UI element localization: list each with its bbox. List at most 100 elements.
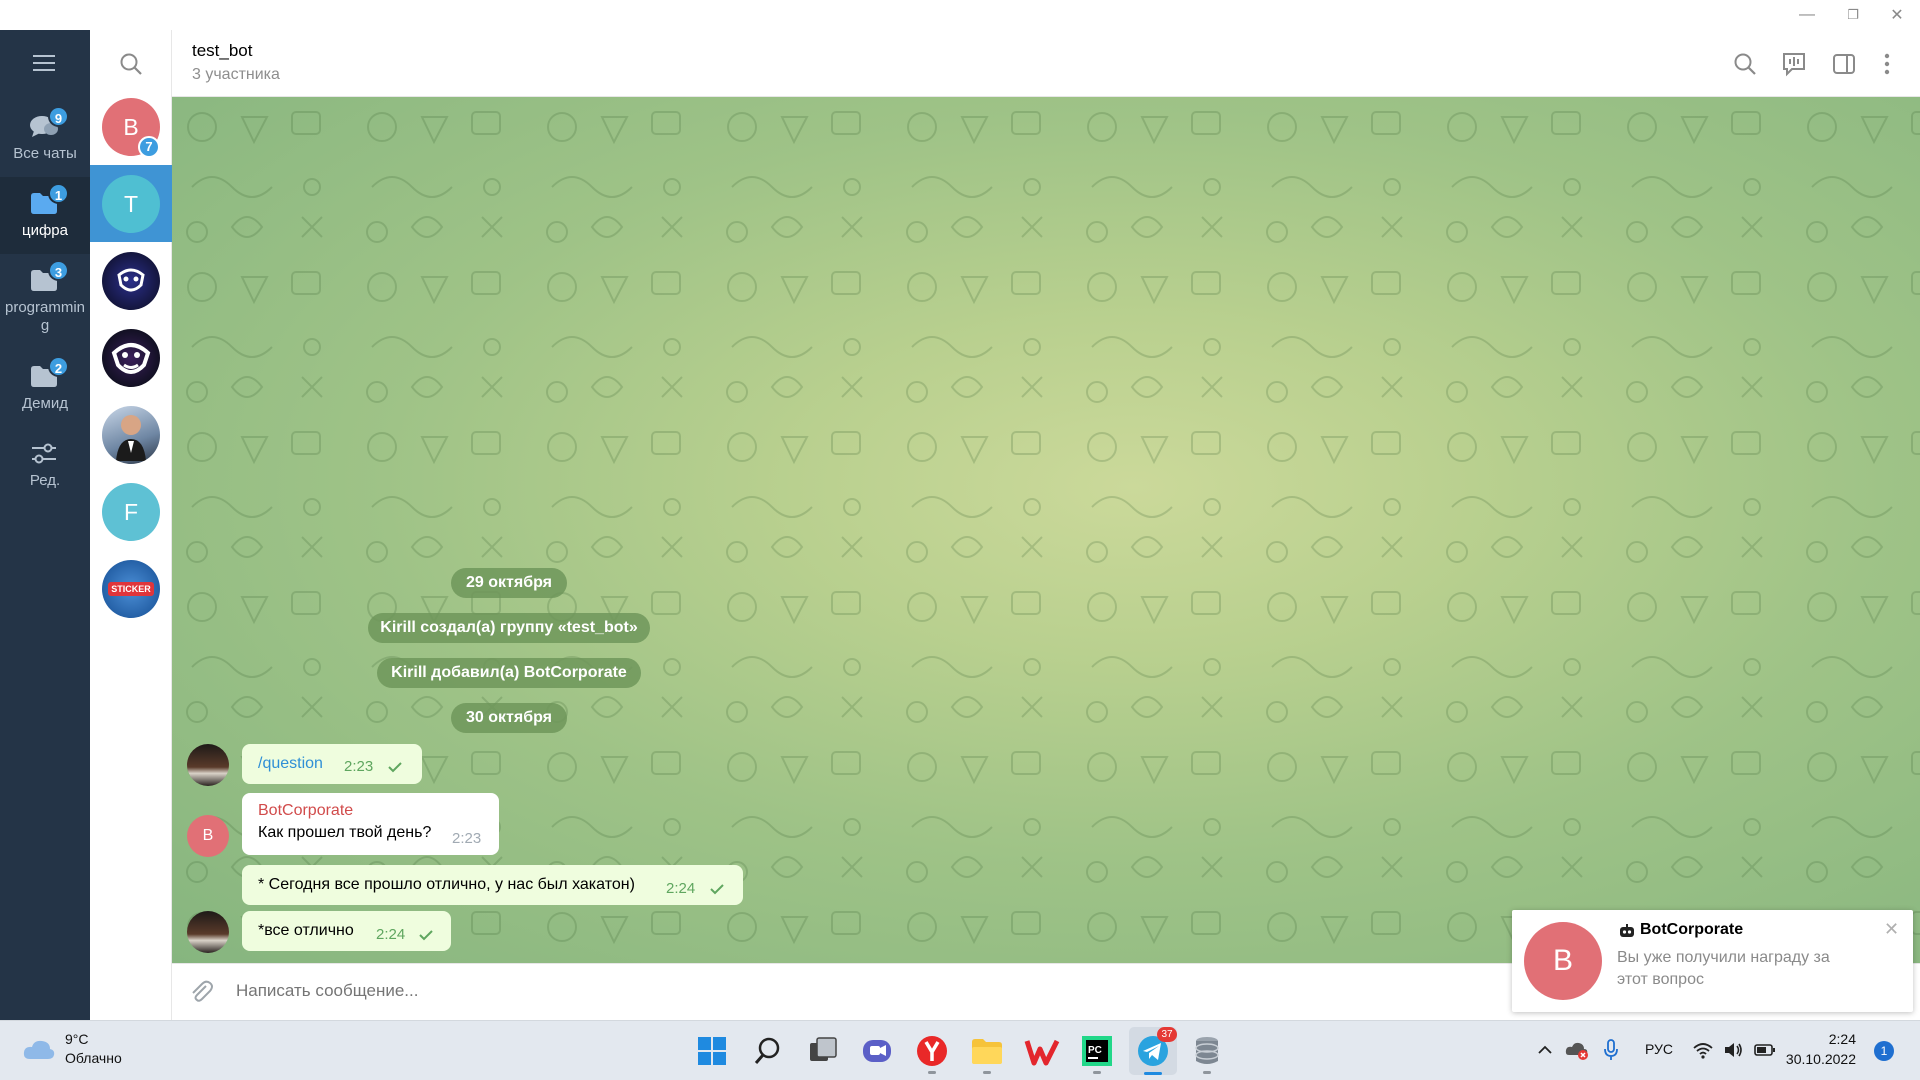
sender-name[interactable]: BotCorporate: [258, 802, 353, 820]
notification-text: Вы уже получили награду за этот вопрос: [1617, 949, 1830, 988]
notification-toast[interactable]: B BotCorporate Вы уже получили награду з…: [1512, 910, 1913, 1012]
message-text: Как прошел твой день?: [258, 824, 432, 841]
chat-item-test-bot[interactable]: T: [90, 165, 172, 242]
mascot-face-icon: [111, 343, 151, 374]
avatar: [187, 911, 229, 953]
language-indicator[interactable]: РУС: [1645, 1041, 1673, 1057]
avatar: T: [102, 175, 160, 233]
more-options-icon[interactable]: [1872, 49, 1902, 79]
message-time: 2:24: [376, 926, 406, 943]
task-view-icon[interactable]: [805, 1033, 841, 1069]
message-text: *все отлично: [258, 922, 354, 939]
sidebar-toggle-icon[interactable]: [1829, 49, 1859, 79]
search-icon[interactable]: [117, 50, 145, 78]
avatar: F: [102, 483, 160, 541]
folder-label: programming: [4, 299, 86, 334]
chat-item-5[interactable]: [90, 396, 172, 473]
file-explorer-icon[interactable]: [969, 1033, 1005, 1069]
message-input[interactable]: [236, 981, 1436, 1001]
chevron-up-icon[interactable]: [1535, 1040, 1555, 1060]
folder-cifra[interactable]: 1 цифра: [0, 177, 90, 254]
notification-title: BotCorporate: [1640, 921, 1744, 938]
folder-all-chats[interactable]: 9 Все чаты: [0, 100, 90, 177]
weather-temp[interactable]: 9°C: [65, 1031, 89, 1047]
sticker-logo: STICKER: [108, 582, 154, 596]
folder-label: Демид: [22, 395, 68, 412]
service-message: Kirill добавил(а) BotCorporate: [377, 658, 641, 688]
onedrive-error-icon[interactable]: [1564, 1038, 1590, 1062]
yandex-browser-icon[interactable]: [914, 1033, 950, 1069]
search-icon[interactable]: [750, 1033, 786, 1069]
close-button[interactable]: ✕: [1874, 0, 1920, 30]
windows-start-icon[interactable]: [694, 1033, 730, 1069]
avatar: [102, 406, 160, 464]
minimize-button[interactable]: —: [1784, 0, 1830, 30]
read-check-icon: [710, 884, 724, 895]
chat-item-7[interactable]: STICKER: [90, 550, 172, 627]
wifi-icon[interactable]: [1692, 1039, 1714, 1061]
cloud-icon[interactable]: [22, 1037, 56, 1061]
avatar: B: [187, 815, 229, 857]
attach-icon[interactable]: [186, 977, 216, 1007]
folder-label: цифра: [22, 222, 68, 239]
chat-members-count: 3 участника: [192, 66, 280, 83]
folder-badge: 9: [48, 106, 69, 127]
wps-office-icon[interactable]: [1024, 1033, 1060, 1069]
pycharm-icon[interactable]: PC: [1079, 1033, 1115, 1069]
chat-area[interactable]: 29 октября Kirill создал(а) группу «test…: [172, 97, 1920, 963]
database-icon[interactable]: [1189, 1033, 1225, 1069]
message-bubble-out[interactable]: *все отлично 2:24: [242, 911, 451, 951]
svg-text:PC: PC: [1088, 1045, 1102, 1056]
battery-icon[interactable]: [1753, 1040, 1777, 1060]
notification-center-badge[interactable]: 1: [1874, 1041, 1894, 1061]
restore-button[interactable]: ❐: [1830, 0, 1876, 30]
bot-icon: [1618, 923, 1636, 939]
folder-programming[interactable]: 3 programming: [0, 254, 90, 344]
clock-time[interactable]: 2:24: [1796, 1031, 1856, 1047]
message-time: 2:23: [452, 830, 482, 847]
clock-date[interactable]: 30.10.2022: [1778, 1051, 1856, 1067]
bot-command-link[interactable]: /question: [258, 755, 323, 773]
folder-edit[interactable]: Ред.: [0, 427, 90, 504]
chat-item-6[interactable]: F: [90, 473, 172, 550]
volume-icon[interactable]: [1722, 1039, 1744, 1061]
windows-taskbar: 9°C Облачно PC 37 РУС 2:24 30.10.2022 1: [0, 1020, 1920, 1080]
avatar: [102, 329, 160, 387]
bot-face-icon: [117, 268, 145, 292]
service-message: Kirill создал(а) группу «test_bot»: [368, 613, 650, 643]
chat-item-3[interactable]: [90, 242, 172, 319]
unread-badge: 7: [138, 136, 160, 158]
window-titlebar: — ❐ ✕: [0, 0, 1920, 30]
message-bubble-in[interactable]: BotCorporate Как прошел твой день? 2:23: [242, 793, 499, 855]
message-bubble-out[interactable]: * Сегодня все прошло отлично, у нас был …: [242, 865, 743, 905]
message-time: 2:23: [344, 758, 374, 775]
message-bubble-out[interactable]: /question 2:23: [242, 744, 422, 784]
chat-item-botcorporate[interactable]: B 7: [90, 88, 172, 165]
voice-chat-icon[interactable]: [1779, 49, 1809, 79]
close-icon[interactable]: ✕: [1884, 919, 1899, 940]
folder-sidebar: 9 Все чаты 1 цифра 3 programming 2 Демид…: [0, 30, 90, 1020]
microphone-icon[interactable]: [1601, 1038, 1621, 1062]
avatar: [102, 252, 160, 310]
chat-item-4[interactable]: [90, 319, 172, 396]
read-check-icon: [388, 762, 402, 773]
menu-icon[interactable]: [30, 52, 60, 74]
folder-badge: 3: [48, 260, 69, 281]
notification-avatar: B: [1524, 922, 1602, 1000]
chat-header: test_bot 3 участника: [172, 30, 1920, 97]
telegram-unread-badge: 37: [1157, 1027, 1177, 1042]
date-separator: 30 октября: [451, 703, 567, 733]
weather-desc[interactable]: Облачно: [65, 1050, 122, 1066]
folder-demid[interactable]: 2 Демид: [0, 350, 90, 427]
teams-chat-icon[interactable]: [859, 1033, 895, 1069]
message-text: * Сегодня все прошло отлично, у нас был …: [258, 876, 635, 893]
search-icon[interactable]: [1730, 49, 1760, 79]
date-separator: 29 октября: [451, 568, 567, 598]
read-check-icon: [419, 930, 433, 941]
folder-label: Все чаты: [13, 145, 77, 162]
sliders-icon: [29, 441, 59, 465]
chat-title[interactable]: test_bot: [192, 41, 253, 61]
chat-list: B 7 T F STICKER: [90, 30, 172, 1020]
message-time: 2:24: [666, 880, 696, 897]
folder-badge: 1: [48, 183, 69, 204]
